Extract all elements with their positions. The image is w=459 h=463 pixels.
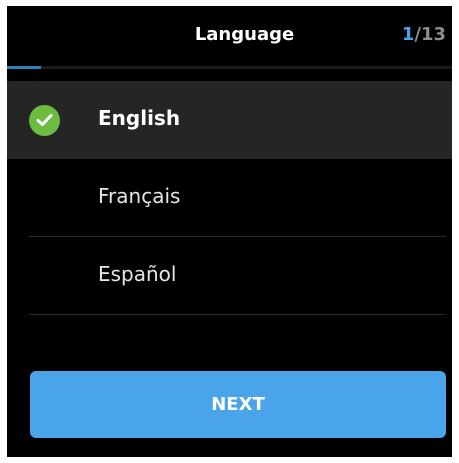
language-screen: Language 1/13 English Français Español N… [7, 6, 452, 457]
language-option-english[interactable]: English [7, 81, 452, 159]
page-title: Language [194, 24, 295, 45]
language-option-francais[interactable]: Français [7, 159, 452, 237]
progress-fill [7, 66, 42, 69]
step-counter: 1/13 [402, 24, 446, 45]
next-button[interactable]: NEXT [30, 371, 446, 438]
step-total: /13 [414, 24, 446, 45]
language-label: English [98, 106, 181, 130]
check-circle-icon [29, 105, 60, 136]
language-label: Français [98, 184, 181, 208]
progress-track [7, 66, 452, 69]
language-list: English Français Español [7, 81, 452, 315]
step-current: 1 [401, 24, 415, 45]
language-label: Español [98, 262, 177, 286]
header: Language 1/13 [7, 6, 452, 68]
language-option-espanol[interactable]: Español [7, 237, 452, 315]
